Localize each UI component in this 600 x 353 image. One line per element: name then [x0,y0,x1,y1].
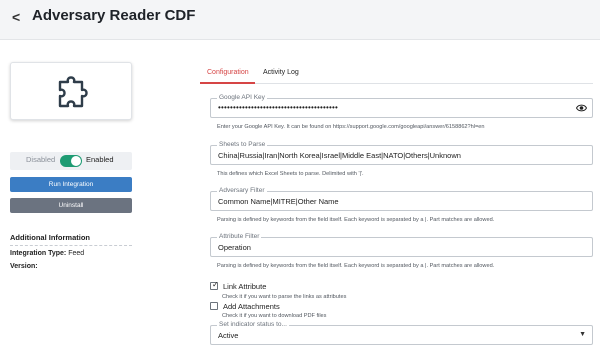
chevron-left-icon[interactable]: < [12,9,20,25]
attribute-filter-value: Operation [218,243,251,252]
indicator-status-label: Set indicator status to... [217,321,289,329]
integration-type: Integration Type: Feed [10,250,84,257]
enable-toggle-row: Disabled Enabled [10,152,132,170]
adversary-filter-value: Common Name|MITRE|Other Name [218,197,339,206]
tab-configuration[interactable]: Configuration [207,69,249,76]
toggle-knob [71,156,81,166]
toggle-on-label: Enabled [86,155,114,164]
check-icon: ✓ [212,280,219,289]
puzzle-piece-icon [58,76,88,108]
indicator-status-value: Active [218,331,239,340]
info-divider [10,245,132,246]
adversary-filter-help: Parsing is defined by keywords from the … [217,217,495,223]
additional-info-heading: Additional Information [10,233,90,242]
toggle-off-label: Disabled [26,155,56,164]
adversary-filter-field[interactable]: Adversary Filter Common Name|MITRE|Other… [210,187,593,211]
sheets-to-parse-value: China|Russia|Iran|North Korea|Israel|Mid… [218,151,461,160]
adversary-filter-label: Adversary Filter [217,187,267,195]
add-attachments-checkbox[interactable] [210,302,218,310]
link-attribute-label: Link Attribute [223,282,267,291]
sheets-to-parse-field[interactable]: Sheets to Parse China|Russia|Iran|North … [210,141,593,165]
sheets-to-parse-help: This defines which Excel Sheets to parse… [217,171,364,177]
attribute-filter-label: Attribute Filter [217,233,262,241]
tab-bar: Configuration Activity Log [200,65,593,84]
tab-activity-log[interactable]: Activity Log [263,69,299,76]
google-api-key-help: Enter your Google API Key. It can be fou… [217,124,485,130]
add-attachments-label: Add Attachments [223,302,280,311]
google-api-key-value: •••••••••••••••••••••••••••••••••••••••• [218,103,339,112]
eye-icon[interactable] [576,103,587,113]
version-label: Version: [10,263,38,270]
integration-type-label: Integration Type: [10,250,67,257]
enable-toggle-switch[interactable] [60,155,82,167]
active-tab-indicator [200,82,255,84]
link-attribute-help: Check it if you want to parse the links … [222,294,347,300]
page-title: Adversary Reader CDF [32,7,196,24]
attribute-filter-help: Parsing is defined by keywords from the … [217,263,495,269]
link-attribute-checkbox[interactable]: ✓ [210,280,219,290]
integration-type-value: Feed [68,250,85,257]
google-api-key-label: Google API Key [217,94,267,102]
integration-logo-card [10,62,132,120]
sheets-to-parse-label: Sheets to Parse [217,141,268,149]
attribute-filter-field[interactable]: Attribute Filter Operation [210,233,593,257]
run-integration-button[interactable]: Run Integration [10,177,132,192]
google-api-key-field[interactable]: Google API Key •••••••••••••••••••••••••… [210,94,593,118]
uninstall-button[interactable]: Uninstall [10,198,132,213]
add-attachments-help: Check it if you want to download PDF fil… [222,313,327,319]
page-header: < Adversary Reader CDF [0,0,600,40]
indicator-status-select[interactable]: Set indicator status to... Active ▼ [210,321,593,345]
chevron-down-icon: ▼ [579,331,586,338]
integration-sidebar: Disabled Enabled Run Integration Uninsta… [0,40,140,353]
